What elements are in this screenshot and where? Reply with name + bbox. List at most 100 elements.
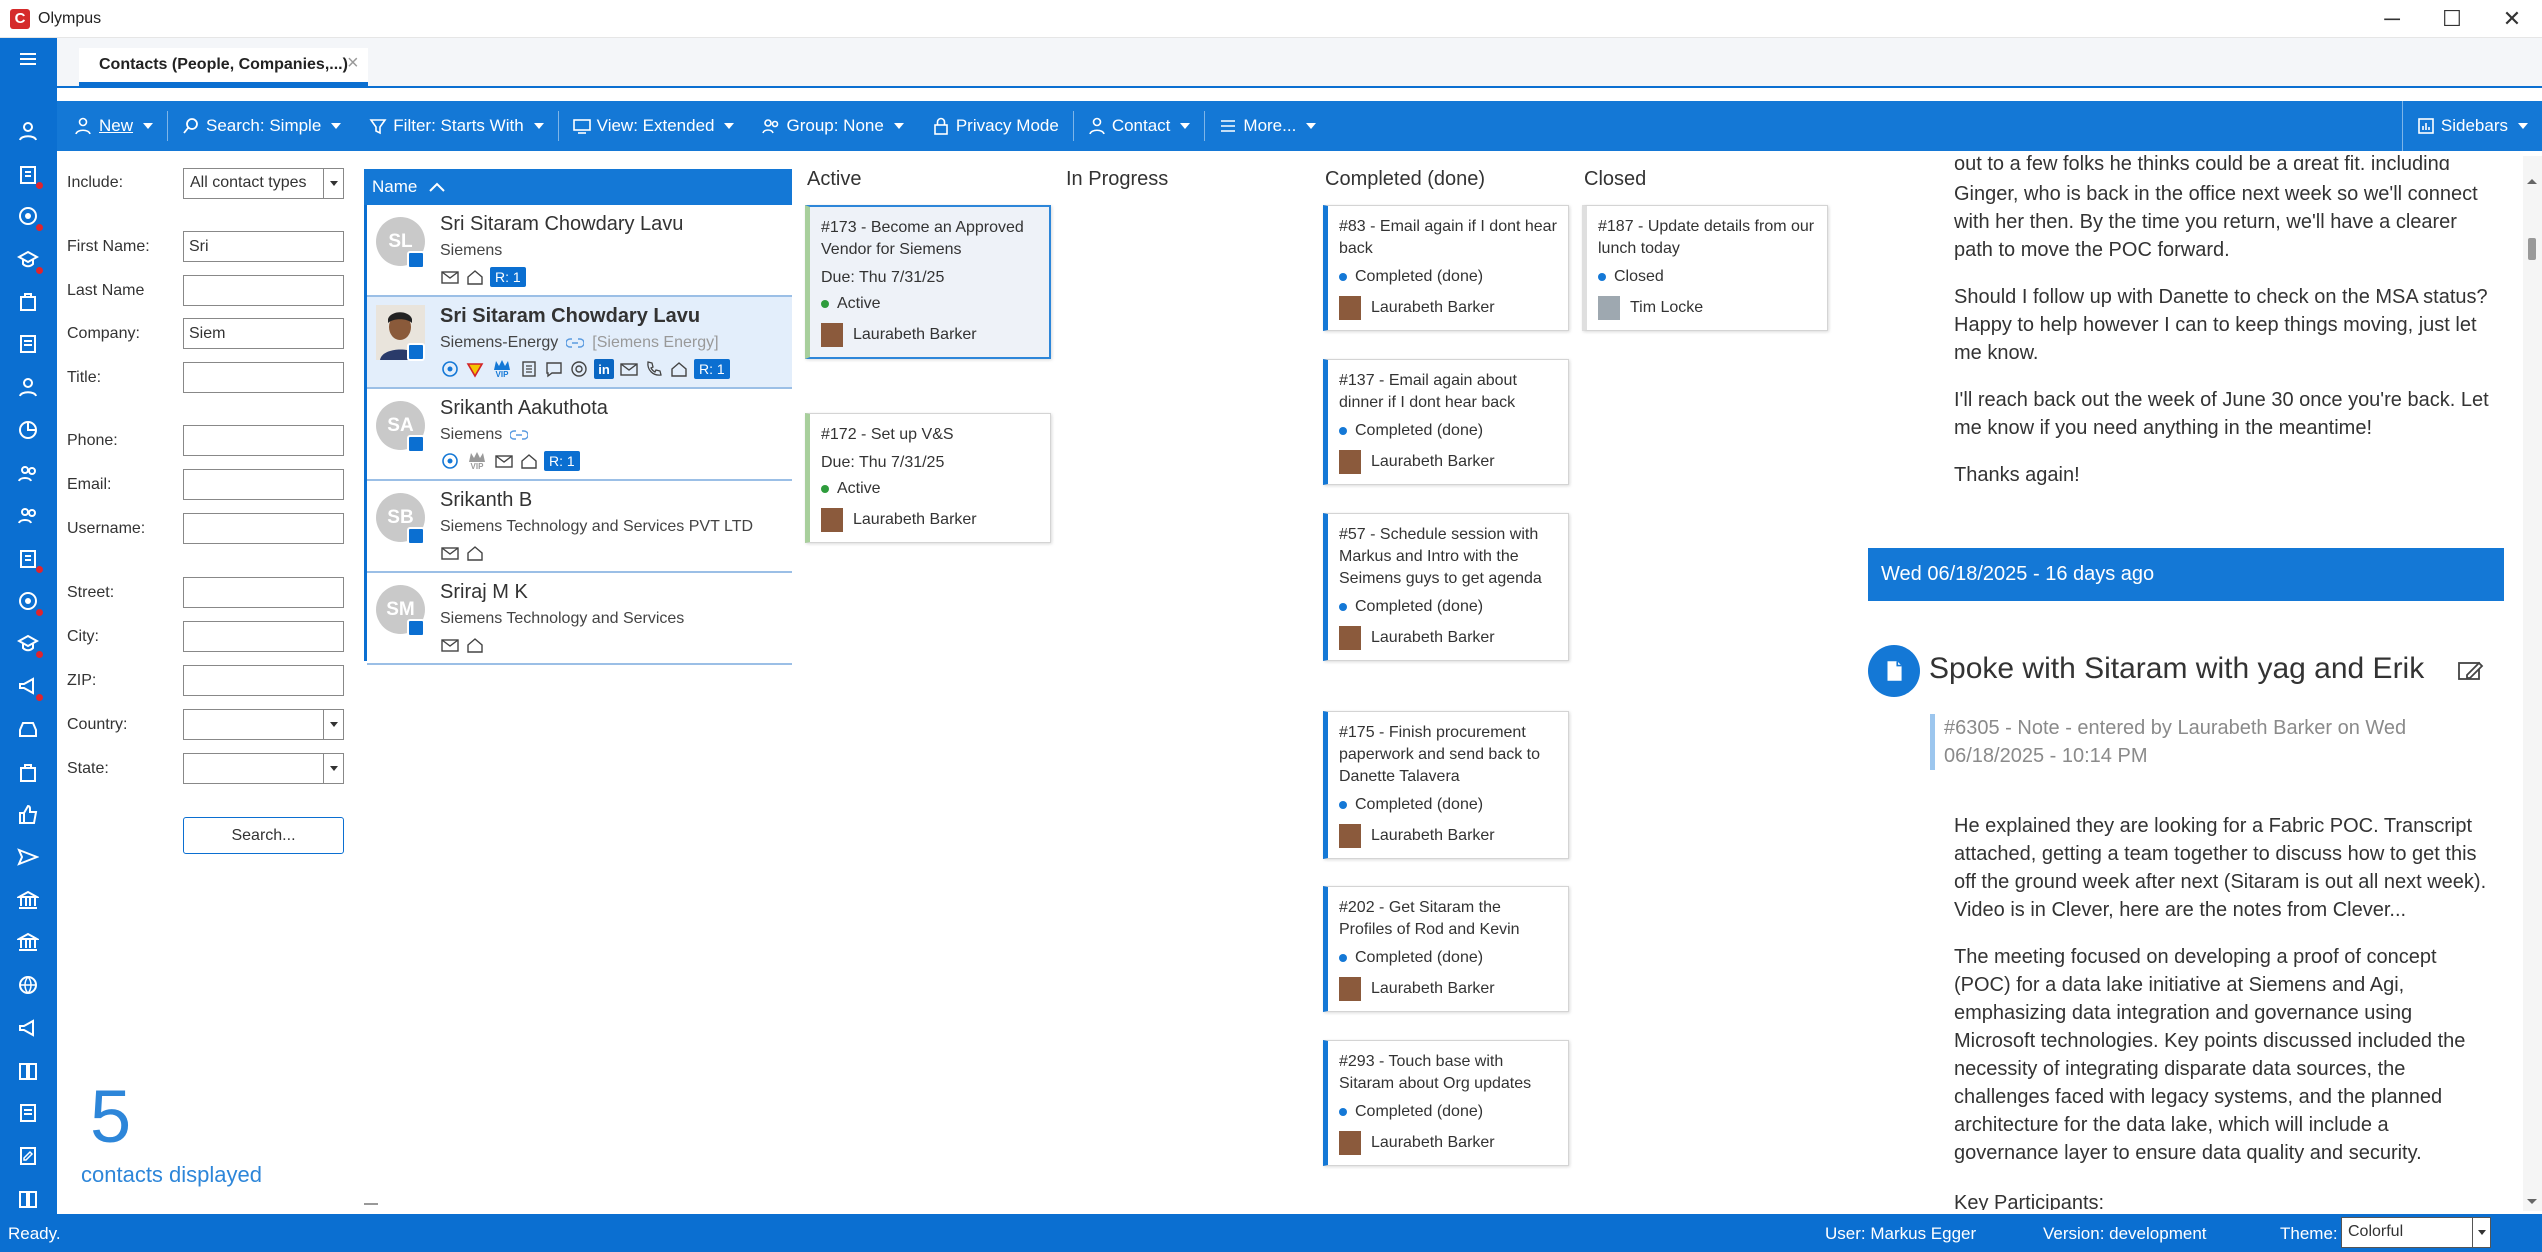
- nav-inbox-icon[interactable]: [10, 711, 46, 747]
- zip-input[interactable]: [183, 665, 344, 696]
- tab-close-icon[interactable]: ×: [347, 52, 359, 75]
- chevron-down-icon[interactable]: [323, 169, 343, 198]
- filter-button[interactable]: Filter: Starts With: [355, 101, 557, 151]
- new-button[interactable]: New: [57, 101, 167, 151]
- task-card[interactable]: #83 - Email again if I dont hear back Co…: [1323, 205, 1569, 331]
- nav-graduation-alert-icon[interactable]: [10, 625, 46, 661]
- chevron-down-icon[interactable]: [2472, 1218, 2490, 1247]
- home-icon[interactable]: [465, 267, 485, 287]
- contact-row[interactable]: SB Srikanth B Siemens Technology and Ser…: [367, 481, 792, 573]
- tab-contacts[interactable]: Contacts (People, Companies,...): [79, 48, 368, 86]
- list-header-name[interactable]: Name: [364, 169, 792, 205]
- task-card[interactable]: #173 - Become an Approved Vendor for Sie…: [805, 205, 1051, 359]
- city-input[interactable]: [183, 621, 344, 652]
- list-splitter-grip[interactable]: [364, 1203, 378, 1205]
- nav-clipboard-icon[interactable]: [10, 156, 46, 192]
- privacy-mode-button[interactable]: Privacy Mode: [918, 101, 1073, 151]
- nav-globe-icon[interactable]: [10, 967, 46, 1003]
- nav-person-icon[interactable]: [10, 113, 46, 149]
- first-name-input[interactable]: [183, 231, 344, 262]
- task-card[interactable]: #293 - Touch base with Sitaram about Org…: [1323, 1040, 1569, 1166]
- nav-book-icon[interactable]: [10, 1053, 46, 1089]
- chat-icon[interactable]: [544, 359, 564, 379]
- search-button[interactable]: Search...: [183, 817, 344, 854]
- vip-crown-icon[interactable]: VIP: [465, 451, 489, 471]
- note-date-header[interactable]: Wed 06/18/2025 - 16 days ago: [1868, 548, 2504, 601]
- scrollbar-thumb[interactable]: [2528, 238, 2536, 260]
- minimize-button[interactable]: ─: [2362, 0, 2422, 38]
- notes-icon[interactable]: [519, 359, 539, 379]
- contact-row-selected[interactable]: Sri Sitaram Chowdary Lavu Siemens-Energy…: [367, 297, 792, 389]
- company-input[interactable]: [183, 318, 344, 349]
- notes-scrollbar[interactable]: [2523, 156, 2542, 1211]
- email-icon[interactable]: [440, 267, 460, 287]
- nav-notebook-icon[interactable]: [10, 1095, 46, 1131]
- nav-announcement-icon[interactable]: [10, 1010, 46, 1046]
- vip-crown-icon[interactable]: VIP: [490, 359, 514, 379]
- scroll-up-arrow-icon[interactable]: [2526, 170, 2538, 190]
- nav-bag-icon[interactable]: [10, 283, 46, 319]
- chevron-down-icon[interactable]: [323, 754, 343, 783]
- sidebars-button[interactable]: Sidebars: [2401, 101, 2542, 151]
- task-card[interactable]: #57 - Schedule session with Markus and I…: [1323, 513, 1569, 661]
- relationship-badge[interactable]: R: 1: [544, 451, 580, 471]
- nav-graduation-icon[interactable]: [10, 241, 46, 277]
- title-input[interactable]: [183, 362, 344, 393]
- email-icon[interactable]: [494, 451, 514, 471]
- nav-institution-icon[interactable]: [10, 924, 46, 960]
- search-mode-button[interactable]: Search: Simple: [168, 101, 355, 151]
- edit-note-icon[interactable]: [2457, 657, 2485, 685]
- contact-menu-button[interactable]: Contact: [1074, 101, 1205, 151]
- nav-target-alert-icon[interactable]: [10, 583, 46, 619]
- close-window-button[interactable]: ✕: [2482, 0, 2542, 38]
- nav-send-icon[interactable]: [10, 839, 46, 875]
- email-icon[interactable]: [619, 359, 639, 379]
- nav-document-icon[interactable]: [10, 326, 46, 362]
- contact-row[interactable]: SA Srikanth Aakuthota Siemens VIP R: 1: [367, 389, 792, 481]
- phone-input[interactable]: [183, 425, 344, 456]
- nav-target-icon[interactable]: [10, 198, 46, 234]
- linkedin-icon[interactable]: in: [594, 359, 614, 379]
- target-icon[interactable]: [440, 451, 460, 471]
- task-card[interactable]: #172 - Set up V&S Due: Thu 7/31/25 Activ…: [805, 413, 1051, 543]
- include-select[interactable]: All contact types: [183, 168, 344, 199]
- home-icon[interactable]: [669, 359, 689, 379]
- nav-edit-document-icon[interactable]: [10, 1138, 46, 1174]
- home-icon[interactable]: [465, 635, 485, 655]
- nav-bank-icon[interactable]: [10, 882, 46, 918]
- country-select[interactable]: [183, 709, 344, 740]
- last-name-input[interactable]: [183, 275, 344, 306]
- nav-people-icon[interactable]: [10, 455, 46, 491]
- nav-clipboard-alert-icon[interactable]: [10, 540, 46, 576]
- nav-thumbs-up-icon[interactable]: [10, 796, 46, 832]
- relationship-badge[interactable]: R: 1: [490, 267, 526, 287]
- more-button[interactable]: More...: [1205, 101, 1330, 151]
- phone-icon[interactable]: [644, 359, 664, 379]
- email-icon[interactable]: [440, 635, 460, 655]
- task-card[interactable]: #137 - Email again about dinner if I don…: [1323, 359, 1569, 485]
- contact-row[interactable]: SM Sriraj M K Siemens Technology and Ser…: [367, 573, 792, 665]
- home-icon[interactable]: [465, 543, 485, 563]
- home-icon[interactable]: [519, 451, 539, 471]
- chevron-down-icon[interactable]: [323, 710, 343, 739]
- task-card[interactable]: #175 - Finish procurement paperwork and …: [1323, 711, 1569, 859]
- nav-group-icon[interactable]: [10, 497, 46, 533]
- contact-row[interactable]: SL Sri Sitaram Chowdary Lavu Siemens R: …: [367, 205, 792, 297]
- relationship-badge[interactable]: R: 1: [694, 359, 730, 379]
- group-button[interactable]: Group: None: [748, 101, 917, 151]
- goal-icon[interactable]: [569, 359, 589, 379]
- nav-shopping-bag-icon[interactable]: [10, 754, 46, 790]
- hamburger-menu-icon[interactable]: [10, 41, 46, 77]
- nav-megaphone-icon[interactable]: [10, 668, 46, 704]
- superhero-icon[interactable]: [465, 359, 485, 379]
- target-icon[interactable]: [440, 359, 460, 379]
- street-input[interactable]: [183, 577, 344, 608]
- nav-library-icon[interactable]: [10, 1181, 46, 1217]
- maximize-button[interactable]: ☐: [2422, 0, 2482, 38]
- nav-user-icon[interactable]: [10, 369, 46, 405]
- username-input[interactable]: [183, 513, 344, 544]
- theme-select[interactable]: Colorful: [2341, 1217, 2491, 1248]
- task-card[interactable]: #202 - Get Sitaram the Profiles of Rod a…: [1323, 886, 1569, 1012]
- state-select[interactable]: [183, 753, 344, 784]
- scroll-down-arrow-icon[interactable]: [2526, 1191, 2538, 1211]
